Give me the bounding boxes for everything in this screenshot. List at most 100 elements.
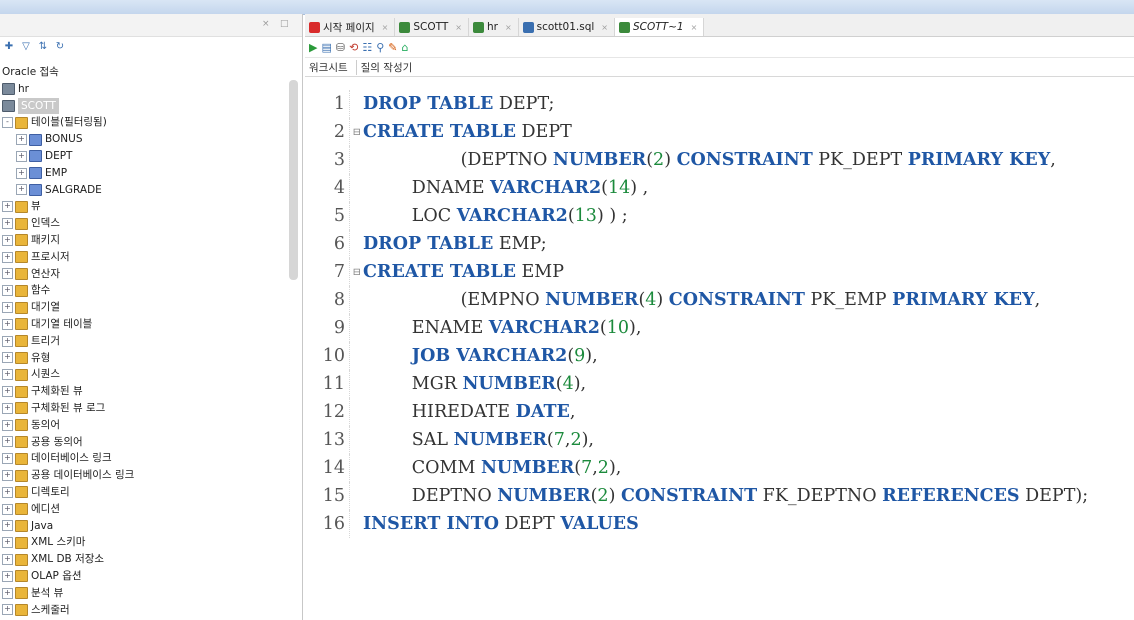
code-line[interactable]: 3 (DEPTNO NUMBER(2) CONSTRAINT PK_DEPT PR… [305,146,1134,174]
expand-icon[interactable]: + [2,386,13,398]
expand-icon[interactable]: + [2,335,13,347]
close-icon[interactable]: × [382,23,389,32]
tree-item[interactable]: + OLAP 옵션 [0,568,290,585]
tree-item[interactable]: + SALGRADE [0,182,290,199]
restore-icon[interactable]: □ [280,19,289,29]
editor-tab[interactable]: SCOTT × [395,18,469,36]
tree-item[interactable]: + 공용 데이터베이스 링크 [0,467,290,484]
expand-icon[interactable]: + [2,436,13,448]
expand-icon[interactable]: + [2,453,13,465]
code-line[interactable]: 11 MGR NUMBER(4), [305,370,1134,398]
code-line[interactable]: 4 DNAME VARCHAR2(14) , [305,174,1134,202]
editor-tab[interactable]: hr × [469,18,519,36]
tree-item[interactable]: + 시퀀스 [0,366,290,383]
tree-item[interactable]: + 함수 [0,282,290,299]
expand-icon[interactable]: + [2,234,13,246]
worksheet-subtab[interactable]: 질의 작성기 [357,60,421,75]
code-line[interactable]: 5 LOC VARCHAR2(13) ) ; [305,202,1134,230]
close-icon[interactable]: × [601,23,608,32]
tree-item[interactable]: + XML DB 저장소 [0,551,290,568]
editor-tab[interactable]: 시작 페이지 × [305,18,396,36]
tree-item[interactable]: + 뷰 [0,198,290,215]
fold-toggle-icon[interactable]: ⊟ [353,119,361,147]
tree-item[interactable]: + 공용 동의어 [0,434,290,451]
code-line[interactable]: 8 (EMPNO NUMBER(4) CONSTRAINT PK_EMP PRIM… [305,286,1134,314]
close-icon[interactable]: × [455,23,462,32]
worksheet-subtab[interactable]: 워크시트 [305,59,357,75]
code-line[interactable]: 1 DROP TABLE DEPT; [305,90,1134,118]
fold-toggle-icon[interactable]: ⊟ [353,259,361,287]
tree-item[interactable]: + 동의어 [0,417,290,434]
tree-item[interactable]: SCOTT [0,97,290,115]
tree-item[interactable]: + DEPT [0,148,290,165]
rollback-icon[interactable]: ⟲ [349,41,358,54]
code-line[interactable]: 16 INSERT INTO DEPT VALUES [305,510,1134,538]
expand-icon[interactable]: + [2,251,13,263]
tree-item[interactable]: Oracle 접속 [0,64,290,81]
tree-item[interactable]: - 테이블(필터링됨) [0,114,290,131]
schema-browser-icon[interactable]: ⇅ [36,39,50,53]
tree-item[interactable]: + Java [0,518,290,535]
tree-item[interactable]: hr [0,81,290,98]
tree-item[interactable]: + 대기열 [0,299,290,316]
expand-icon[interactable]: + [2,352,13,364]
expand-icon[interactable]: + [2,419,13,431]
tree-scrollbar[interactable] [289,80,298,280]
expand-icon[interactable]: + [2,402,13,414]
tree-item[interactable]: + 에디션 [0,501,290,518]
expand-icon[interactable]: + [2,503,13,515]
expand-icon[interactable]: + [2,486,13,498]
expand-icon[interactable]: + [16,184,27,196]
sql-tuning-icon[interactable]: ✎ [388,41,397,54]
filter-icon[interactable]: ▽ [19,39,33,53]
format-icon[interactable]: ⌂ [401,41,408,54]
expand-icon[interactable]: + [2,201,13,213]
code-line[interactable]: 9 ENAME VARCHAR2(10), [305,314,1134,342]
code-line[interactable]: 10 JOB VARCHAR2(9), [305,342,1134,370]
code-line[interactable]: 2 ⊟ CREATE TABLE DEPT [305,118,1134,146]
tree-item[interactable]: + XML 스키마 [0,534,290,551]
tree-item[interactable]: + 프로시저 [0,249,290,266]
close-icon[interactable]: × [505,23,512,32]
code-line[interactable]: 13 SAL NUMBER(7,2), [305,426,1134,454]
autotrace-icon[interactable]: ⚲ [376,41,384,54]
run-statement-icon[interactable]: ▶ [309,41,317,54]
refresh-icon[interactable]: ↻ [53,39,67,53]
tree-item[interactable]: + 데이터베이스 링크 [0,450,290,467]
close-icon[interactable]: × [691,23,698,32]
editor-tab[interactable]: scott01.sql × [519,18,615,36]
tree-item[interactable]: + 구체화된 뷰 [0,383,290,400]
expand-icon[interactable]: + [2,554,13,565]
expand-icon[interactable]: + [2,218,13,230]
tree-item[interactable]: + 유형 [0,350,290,367]
expand-icon[interactable]: + [2,285,13,297]
code-line[interactable]: 6 DROP TABLE EMP; [305,230,1134,258]
add-connection-icon[interactable]: ✚ [2,39,16,53]
collapse-icon[interactable]: - [2,117,13,129]
expand-icon[interactable]: + [2,268,13,280]
code-area[interactable]: 1 DROP TABLE DEPT; 2 ⊟ CREATE TABLE DEPT 3 (DE… [305,90,1134,538]
expand-icon[interactable]: + [2,570,13,582]
expand-icon[interactable]: + [2,587,13,599]
expand-icon[interactable]: + [2,369,13,381]
expand-icon[interactable]: + [2,470,13,482]
tree-item[interactable]: + EMP [0,165,290,182]
expand-icon[interactable]: + [2,318,13,330]
tree-item[interactable]: + 트리거 [0,333,290,350]
tree-item[interactable]: + 연산자 [0,266,290,283]
expand-icon[interactable]: + [2,604,13,616]
code-line[interactable]: 14 COMM NUMBER(7,2), [305,454,1134,482]
code-line[interactable]: 12 HIREDATE DATE, [305,398,1134,426]
expand-icon[interactable]: + [16,134,27,146]
code-line[interactable]: 7 ⊟ CREATE TABLE EMP [305,258,1134,286]
expand-icon[interactable]: + [2,302,13,314]
expand-icon[interactable]: + [2,537,13,549]
tree-item[interactable]: + 분석 뷰 [0,585,290,602]
run-script-icon[interactable]: ▤ [321,41,331,54]
explain-plan-icon[interactable]: ☷ [362,41,372,54]
tree-item[interactable]: + 대기열 테이블 [0,316,290,333]
tree-item[interactable]: + 구체화된 뷰 로그 [0,400,290,417]
minimize-icon[interactable]: × [262,19,270,29]
tree-item[interactable]: + BONUS [0,131,290,148]
code-line[interactable]: 15 DEPTNO NUMBER(2) CONSTRAINT FK_DEPTNO … [305,482,1134,510]
